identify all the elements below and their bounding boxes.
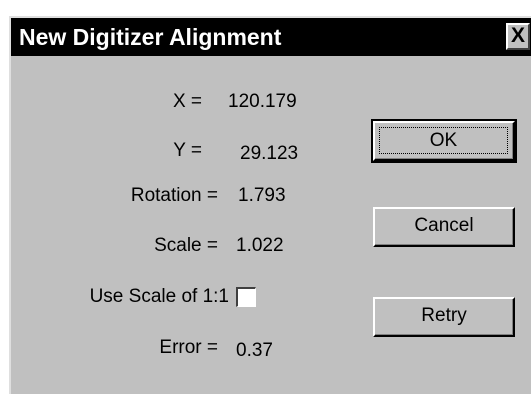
retry-button[interactable]: Retry	[373, 297, 515, 337]
title-bar[interactable]: New Digitizer Alignment X	[11, 18, 531, 56]
scale-label: Scale =	[154, 235, 218, 256]
x-value: 120.179	[228, 91, 297, 112]
cancel-button[interactable]: Cancel	[373, 207, 515, 247]
digitizer-alignment-dialog: New Digitizer Alignment X X = 120.179 Y …	[9, 16, 531, 394]
close-button[interactable]: X	[506, 23, 530, 50]
dialog-title: New Digitizer Alignment	[19, 24, 282, 50]
scale-value: 1.022	[236, 235, 284, 256]
use-scale-label: Use Scale of 1:1	[89, 286, 229, 307]
rotation-label: Rotation =	[130, 185, 218, 206]
error-label: Error =	[159, 337, 218, 358]
use-scale-checkbox[interactable]	[236, 287, 256, 307]
ok-button-label: OK	[379, 127, 508, 154]
x-label: X =	[172, 91, 202, 112]
y-value: 29.123	[240, 143, 299, 164]
rotation-value: 1.793	[238, 185, 286, 206]
ok-button[interactable]: OK	[371, 119, 517, 163]
y-label: Y =	[173, 140, 202, 161]
error-value: 0.37	[236, 340, 273, 361]
